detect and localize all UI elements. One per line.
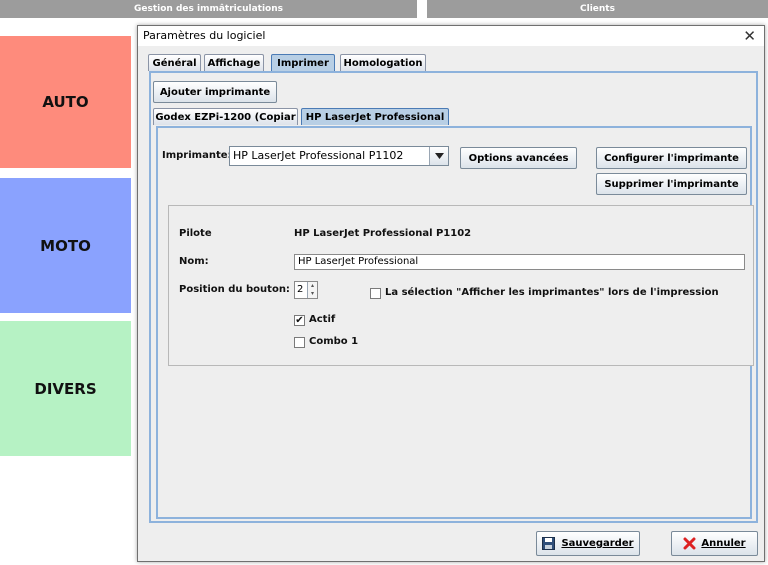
save-label: Sauvegarder xyxy=(561,538,634,549)
tab-clients[interactable]: Clients xyxy=(427,0,768,18)
tab-printer-hp[interactable]: HP LaserJet Professional xyxy=(301,108,449,125)
delete-printer-button[interactable]: Supprimer l'imprimante xyxy=(596,173,747,195)
category-moto[interactable]: MOTO xyxy=(0,178,131,313)
close-icon[interactable]: ✕ xyxy=(743,26,756,46)
floppy-disk-icon xyxy=(542,537,556,550)
active-label: Actif xyxy=(309,314,336,325)
imprimer-panel: Ajouter imprimante Godex EZPi-1200 (Copi… xyxy=(149,71,758,523)
advanced-options-button[interactable]: Options avancées xyxy=(460,147,577,169)
tab-gestion-immatriculations[interactable]: Gestion des immâtriculations xyxy=(0,0,417,18)
combo-checkbox[interactable] xyxy=(294,337,305,348)
show-printers-checkbox[interactable] xyxy=(370,288,381,299)
cancel-button[interactable]: Annuler xyxy=(671,531,758,556)
name-field[interactable]: HP LaserJet Professional xyxy=(294,254,745,270)
dialog-title-bar: Paramètres du logiciel ✕ xyxy=(138,26,764,46)
dialog-title: Paramètres du logiciel xyxy=(143,29,266,42)
tab-imprimer[interactable]: Imprimer xyxy=(271,54,335,71)
printer-details-group: Pilote HP LaserJet Professional P1102 No… xyxy=(168,205,754,366)
printer-select[interactable]: HP LaserJet Professional P1102 xyxy=(229,146,449,166)
red-x-icon xyxy=(683,537,696,550)
spin-down-icon[interactable]: ▾ xyxy=(308,290,317,298)
category-divers[interactable]: DIVERS xyxy=(0,321,131,456)
add-printer-button[interactable]: Ajouter imprimante xyxy=(153,81,277,103)
driver-label: Pilote xyxy=(179,228,212,239)
tab-affichage[interactable]: Affichage xyxy=(204,54,264,71)
chevron-down-icon[interactable] xyxy=(429,147,448,165)
printer-label: Imprimante: xyxy=(162,150,232,161)
driver-value: HP LaserJet Professional P1102 xyxy=(294,228,472,239)
position-spinner[interactable]: 2 ▴ ▾ xyxy=(294,281,318,299)
settings-dialog: Paramètres du logiciel ✕ Général Afficha… xyxy=(137,25,765,562)
position-value: 2 xyxy=(297,284,304,295)
show-printers-label: La sélection "Afficher les imprimantes" … xyxy=(385,287,719,298)
printer-select-value: HP LaserJet Professional P1102 xyxy=(233,149,404,162)
configure-printer-button[interactable]: Configurer l'imprimante xyxy=(596,147,747,169)
cancel-label: Annuler xyxy=(701,538,746,549)
printer-panel: Imprimante: HP LaserJet Professional P11… xyxy=(156,126,754,519)
position-label: Position du bouton: xyxy=(179,284,290,295)
tab-printer-godex[interactable]: Godex EZPi-1200 (Copiar xyxy=(153,108,298,125)
save-button[interactable]: Sauvegarder xyxy=(536,531,640,556)
category-auto[interactable]: AUTO xyxy=(0,36,131,168)
tab-homologation[interactable]: Homologation xyxy=(340,54,426,71)
tab-general[interactable]: Général xyxy=(148,54,201,71)
combo-label: Combo 1 xyxy=(309,336,359,347)
name-label: Nom: xyxy=(179,256,209,267)
active-checkbox[interactable]: ✔ xyxy=(294,315,305,326)
spin-up-icon[interactable]: ▴ xyxy=(308,282,317,290)
